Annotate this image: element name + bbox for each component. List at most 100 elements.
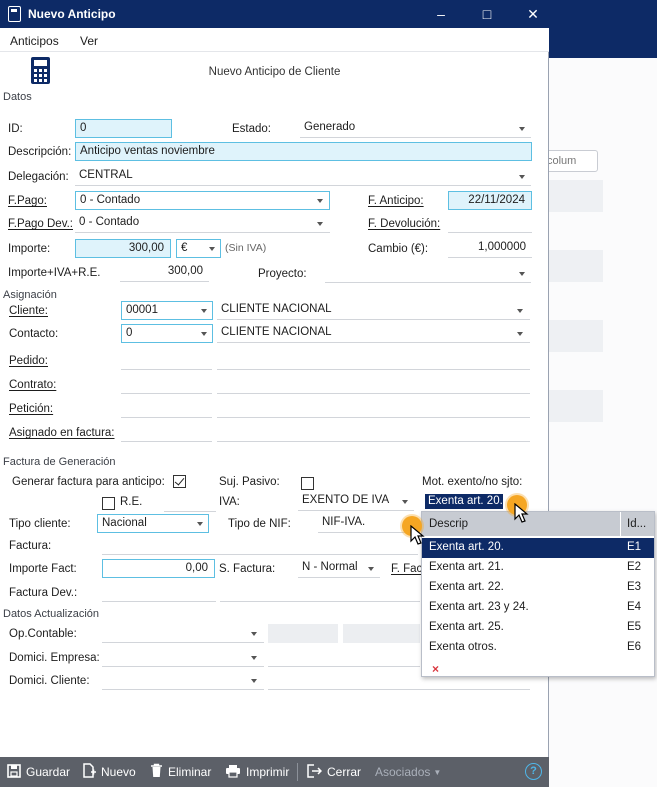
chevron-down-icon[interactable]: [317, 222, 323, 226]
delegacion-label: Delegación:: [8, 171, 69, 183]
chevron-down-icon[interactable]: [519, 127, 525, 131]
fpago-label[interactable]: F.Pago:: [8, 195, 47, 207]
fpago-select[interactable]: 0 - Contado: [75, 191, 330, 210]
pedido-label[interactable]: Pedido:: [9, 355, 48, 367]
dropdown-option[interactable]: Exenta otros. E6: [422, 638, 654, 658]
option-id: E4: [627, 601, 642, 613]
dropdown-option[interactable]: Exenta art. 21. E2: [422, 558, 654, 578]
nuevo-button[interactable]: Nuevo: [82, 757, 136, 787]
contrato-desc-field: [217, 375, 530, 394]
chevron-down-icon[interactable]: [317, 199, 323, 203]
asignado-field[interactable]: [121, 423, 212, 442]
contrato-field[interactable]: [121, 375, 212, 394]
chevron-down-icon[interactable]: [197, 522, 203, 526]
domempresa-select[interactable]: [102, 648, 264, 667]
sujpasivo-checkbox[interactable]: [301, 477, 314, 490]
maximize-button[interactable]: □: [474, 4, 500, 24]
option-descrip: Exenta art. 25.: [429, 621, 504, 633]
importe-iva-field[interactable]: 300,00: [120, 263, 209, 282]
guardar-button[interactable]: Guardar: [7, 757, 70, 787]
peticion-desc-field: [217, 399, 530, 418]
chevron-down-icon[interactable]: [368, 567, 374, 571]
fdevolucion-field[interactable]: [448, 214, 532, 233]
contacto-name-select[interactable]: CLIENTE NACIONAL: [217, 324, 530, 343]
chevron-down-icon[interactable]: [209, 247, 215, 251]
fpagodev-label[interactable]: F.Pago Dev.:: [8, 218, 73, 230]
facturadev-field[interactable]: [102, 583, 216, 602]
fanticipo-field[interactable]: 22/11/2024: [448, 191, 532, 210]
cambio-field[interactable]: 1,000000: [448, 239, 532, 258]
peticion-field[interactable]: [121, 399, 212, 418]
cerrar-button[interactable]: Cerrar: [307, 757, 361, 787]
contacto-code-select[interactable]: 0: [121, 324, 213, 343]
toolbar-divider: [297, 763, 298, 781]
asociados-button[interactable]: Asociados ▼: [375, 757, 441, 787]
factura-field[interactable]: [102, 536, 418, 555]
chevron-down-icon[interactable]: [517, 332, 523, 336]
chevron-down-icon[interactable]: [251, 679, 257, 683]
domcliente-label: Domici. Cliente:: [9, 675, 90, 687]
motexento-select[interactable]: Exenta art. 20.: [425, 494, 503, 509]
close-button[interactable]: ✕: [520, 4, 546, 24]
option-descrip: Exenta otros.: [429, 641, 497, 653]
fdevolucion-label[interactable]: F. Devolución:: [368, 218, 440, 230]
fanticipo-label[interactable]: F. Anticipo:: [368, 195, 424, 207]
importefact-field[interactable]: 0,00: [102, 559, 215, 578]
descripcion-field[interactable]: Anticipo ventas noviembre: [75, 142, 532, 161]
save-icon: [7, 763, 21, 781]
opcontable-label: Op.Contable:: [9, 628, 77, 640]
pedido-desc-field: [217, 351, 530, 370]
chevron-down-icon[interactable]: [519, 272, 525, 276]
fpagodev-select[interactable]: 0 - Contado: [75, 214, 330, 233]
peticion-label[interactable]: Petición:: [9, 403, 53, 415]
chevron-down-icon[interactable]: [517, 309, 523, 313]
chevron-down-icon[interactable]: [402, 500, 408, 504]
section-asignacion: Asignación: [3, 289, 57, 301]
chevron-down-icon[interactable]: [519, 175, 525, 179]
minimize-button[interactable]: –: [428, 4, 454, 24]
pedido-field[interactable]: [121, 351, 212, 370]
chevron-down-icon[interactable]: [251, 632, 257, 636]
descripcion-label: Descripción:: [8, 146, 72, 158]
column-header-id[interactable]: Id...: [627, 518, 646, 530]
tipocliente-label: Tipo cliente:: [9, 518, 71, 530]
dropdown-option[interactable]: Exenta art. 25. E5: [422, 618, 654, 638]
imprimir-button[interactable]: Imprimir: [225, 757, 289, 787]
ffac-label[interactable]: F. Fac: [391, 563, 422, 575]
page-title: Nuevo Anticipo de Cliente: [208, 66, 341, 78]
estado-select[interactable]: Generado: [300, 119, 531, 138]
importe-field[interactable]: 300,00: [75, 239, 171, 258]
contrato-label[interactable]: Contrato:: [9, 379, 56, 391]
iva-select[interactable]: EXENTO DE IVA: [298, 492, 414, 511]
opcontable-select[interactable]: [102, 624, 264, 643]
menu-ver[interactable]: Ver: [80, 34, 98, 48]
dropdown-option[interactable]: Exenta art. 23 y 24. E4: [422, 598, 654, 618]
dropdown-option[interactable]: Exenta art. 20. E1: [422, 538, 654, 558]
re-field[interactable]: [164, 493, 216, 512]
help-icon[interactable]: ?: [525, 763, 542, 780]
domempresa-label: Domici. Empresa:: [9, 652, 100, 664]
iva-label: IVA:: [219, 496, 240, 508]
cliente-name-select[interactable]: CLIENTE NACIONAL: [217, 301, 530, 320]
menu-anticipos[interactable]: Anticipos: [10, 34, 59, 48]
generar-checkbox[interactable]: [173, 475, 186, 488]
clear-icon[interactable]: ×: [432, 662, 439, 676]
proyecto-select[interactable]: [325, 264, 531, 283]
dropdown-option[interactable]: Exenta art. 22. E3: [422, 578, 654, 598]
chevron-down-icon[interactable]: [201, 309, 207, 313]
delegacion-select[interactable]: CENTRAL: [75, 167, 531, 186]
domcliente-select[interactable]: [102, 671, 264, 690]
column-header-descrip[interactable]: Descrip: [429, 518, 468, 530]
tipocliente-select[interactable]: Nacional: [97, 514, 209, 533]
background-row: [549, 250, 603, 282]
eliminar-button[interactable]: Eliminar: [150, 757, 211, 787]
chevron-down-icon[interactable]: [251, 656, 257, 660]
domempresa-desc-field: [268, 648, 420, 667]
facturadev-label: Factura Dev.:: [9, 587, 78, 599]
asignado-label[interactable]: Asignado en factura:: [9, 427, 115, 439]
chevron-down-icon[interactable]: [201, 332, 207, 336]
cliente-code-select[interactable]: 00001: [121, 301, 213, 320]
id-field[interactable]: 0: [75, 119, 172, 138]
cliente-label[interactable]: Cliente:: [9, 305, 48, 317]
re-checkbox[interactable]: [102, 497, 115, 510]
